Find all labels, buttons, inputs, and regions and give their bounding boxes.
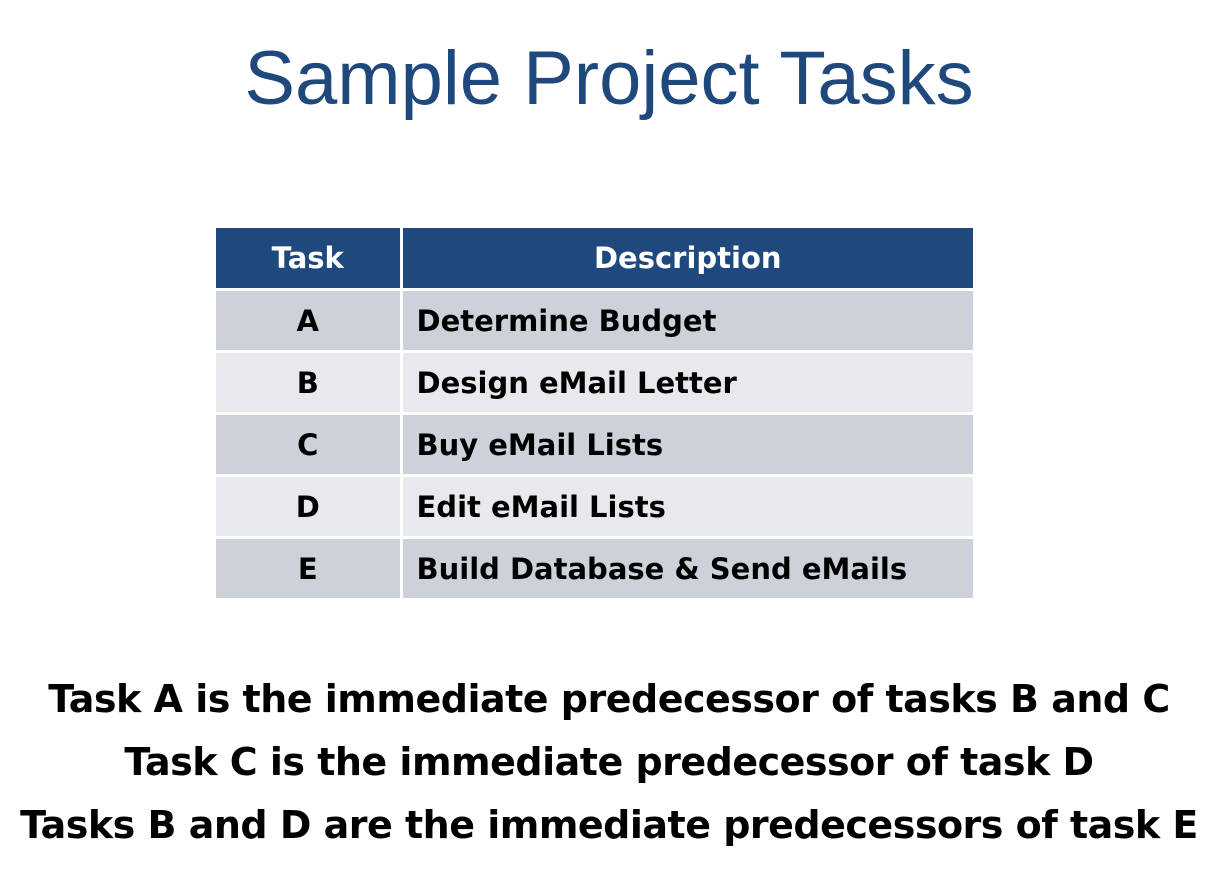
task-id-cell: C <box>216 413 403 477</box>
task-id-cell: B <box>216 351 403 415</box>
table-row: D Edit eMail Lists <box>216 475 973 539</box>
predecessor-notes: Task A is the immediate predecessor of t… <box>0 668 1218 857</box>
note-line: Tasks B and D are the immediate predeces… <box>20 803 1198 847</box>
header-task: Task <box>216 228 403 291</box>
task-table: Task Description A Determine Budget B De… <box>216 228 973 598</box>
task-id-cell: A <box>216 289 403 353</box>
table-row: E Build Database & Send eMails <box>216 537 973 598</box>
table-row: B Design eMail Letter <box>216 351 973 415</box>
task-description-cell: Edit eMail Lists <box>401 475 973 539</box>
slide-title: Sample Project Tasks <box>244 36 974 121</box>
task-description-cell: Design eMail Letter <box>401 351 973 415</box>
task-id-cell: D <box>216 475 403 539</box>
table-row: C Buy eMail Lists <box>216 413 973 477</box>
table-header-row: Task Description <box>216 228 973 291</box>
note-line: Task A is the immediate predecessor of t… <box>48 677 1170 721</box>
task-description-cell: Buy eMail Lists <box>401 413 973 477</box>
table-row: A Determine Budget <box>216 289 973 353</box>
header-description: Description <box>401 228 973 291</box>
note-line: Task C is the immediate predecessor of t… <box>124 740 1094 784</box>
task-id-cell: E <box>216 537 403 598</box>
task-description-cell: Build Database & Send eMails <box>401 537 973 598</box>
task-description-cell: Determine Budget <box>401 289 973 353</box>
